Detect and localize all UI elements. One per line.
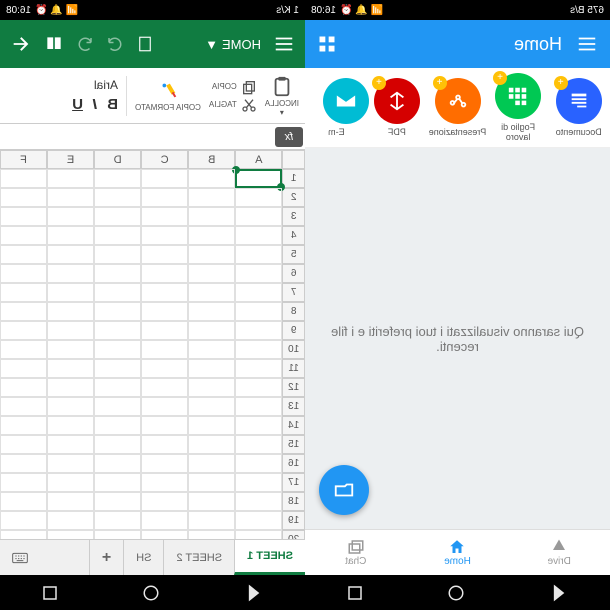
menu-icon[interactable] [576,33,598,55]
back-arrow-icon[interactable] [10,33,32,55]
tab-home[interactable]: Home [407,530,509,575]
format-painter-button[interactable]: COPIA FORMATO [135,79,201,112]
sheet-tabs: SHEET 1 SHEET 2 SH + [0,539,305,575]
undo-icon[interactable] [76,35,94,53]
font-name[interactable]: Arial [94,78,118,92]
doc-icon[interactable] [136,35,154,53]
folder-icon [333,479,355,501]
home-body: Qui saranno visualizzati i tuoi preferit… [305,148,610,529]
cut-button[interactable]: TAGLIA [209,97,257,113]
new-spreadsheet[interactable]: +Foglio di lavoro [489,73,548,143]
book-icon[interactable] [44,34,64,54]
redo-icon[interactable] [106,35,124,53]
nav-home[interactable] [448,584,466,602]
bold-button[interactable]: B [107,96,118,113]
paste-button[interactable]: INCOLLA ▾ [265,75,299,117]
nav-back[interactable] [549,583,569,603]
ribbon: INCOLLA ▾ COPIA TAGLIA COPIA FORMATO Ari… [0,68,305,124]
tab-chat[interactable]: Chat [305,530,407,575]
tab-drive[interactable]: Drive [508,530,610,575]
home-bottom-tabs: Drive Home Chat [305,529,610,575]
sheet-header: HOME ▼ [0,20,305,68]
italic-button[interactable]: I [93,96,97,113]
ribbon-home[interactable]: HOME ▼ [205,37,261,52]
clock: 16:08 [311,5,336,16]
menu-icon[interactable] [273,33,295,55]
home-header: Home [305,20,610,68]
nav-home[interactable] [143,584,161,602]
copy-button[interactable]: COPIA [209,79,257,95]
add-sheet-button[interactable]: + [89,540,123,575]
nav-recent[interactable] [347,584,365,602]
empty-message: Qui saranno visualizzati i tuoi preferit… [325,324,590,354]
spreadsheet-grid[interactable]: ABCDEF1234567891011121314151617181920212… [0,150,305,539]
keyboard-button[interactable] [0,540,40,575]
net-speed: 675 B/s [570,5,604,16]
new-email[interactable]: E-m [307,78,366,138]
formula-bar[interactable]: fx [0,124,305,150]
clock: 16:08 [6,5,31,16]
sheet-tab-2[interactable]: SHEET 2 [163,540,234,575]
nav-recent[interactable] [42,584,60,602]
net-speed: 1 K/s [276,5,299,16]
nav-back[interactable] [244,583,264,603]
home-title: Home [351,34,562,55]
sheet-tab-1[interactable]: SHEET 1 [234,540,305,575]
grid-icon[interactable] [317,34,337,54]
sheet-tab-3[interactable]: SH [123,540,163,575]
android-nav [0,575,610,610]
new-pdf[interactable]: +PDF [368,78,427,138]
new-document[interactable]: +Documento [549,78,608,138]
fab-open[interactable] [319,465,369,515]
underline-button[interactable]: U [72,96,83,113]
doc-type-strip: +Documento +Foglio di lavoro +Presentazi… [305,68,610,148]
new-presentation[interactable]: +Presentazione [428,78,487,138]
fx-icon[interactable]: fx [275,127,303,147]
